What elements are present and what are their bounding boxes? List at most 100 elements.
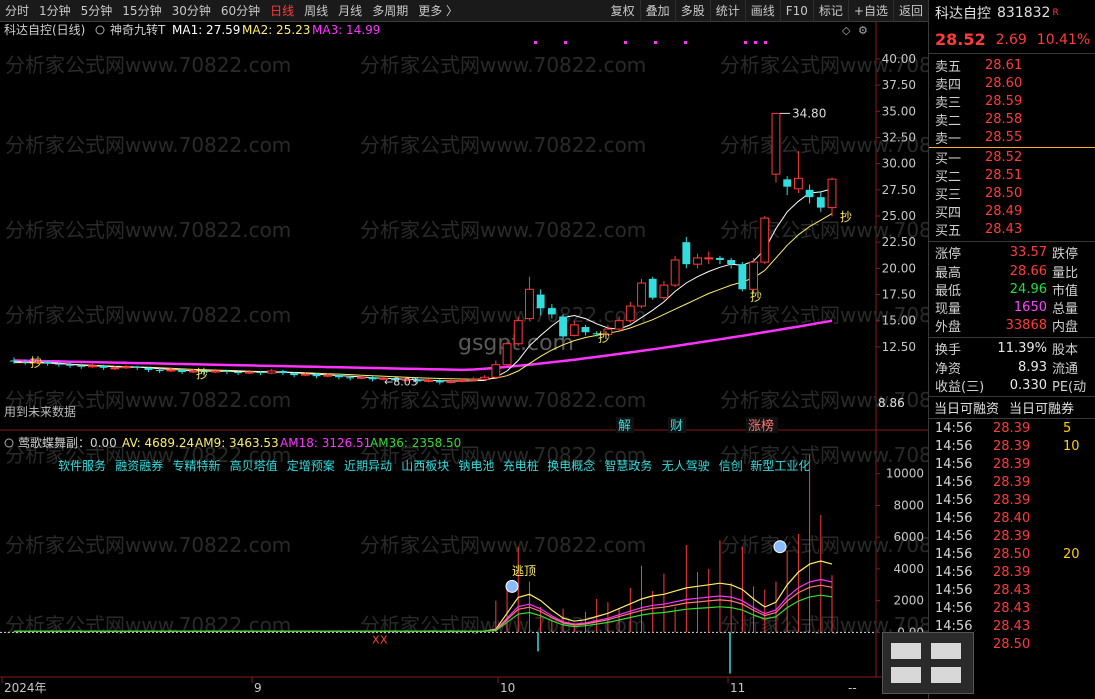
toolbar-action-6[interactable]: 标记 bbox=[812, 0, 848, 22]
buy-signal-mark: 抄 bbox=[30, 356, 42, 370]
candle-body bbox=[457, 379, 467, 382]
ask-price: 28.58 bbox=[985, 112, 1023, 128]
preview-thumbnail[interactable] bbox=[882, 632, 974, 694]
candle-body bbox=[222, 370, 231, 373]
bottom-signal-mark: X bbox=[372, 633, 380, 646]
candle-body bbox=[502, 343, 512, 366]
x-tick-label: 2024年 bbox=[4, 681, 47, 695]
period-tab-6[interactable]: 日线 bbox=[265, 0, 299, 22]
tick-row: 14:56 28.39 bbox=[929, 473, 1095, 491]
candle-body bbox=[21, 361, 30, 363]
period-tab-7[interactable]: 周线 bbox=[299, 0, 333, 22]
candle-body bbox=[760, 217, 770, 263]
ask-row: 卖四 28.60 bbox=[929, 74, 1095, 93]
period-tab-3[interactable]: 15分钟 bbox=[117, 0, 166, 22]
tick-price: 28.43 bbox=[993, 582, 1031, 598]
concept-tag: 专精特新 bbox=[172, 458, 220, 473]
tick-price: 28.39 bbox=[993, 420, 1031, 436]
candle-body bbox=[10, 360, 18, 362]
y-tick-label: 22.50 bbox=[882, 235, 916, 249]
tick-time: 14:56 bbox=[935, 510, 973, 526]
watermark-text: 分析家公式网www.70822.com bbox=[5, 303, 291, 327]
ma2-label: MA2: 25.23 bbox=[242, 23, 310, 37]
candle-body bbox=[771, 112, 781, 175]
candle-body bbox=[469, 378, 478, 381]
toolbar-action-3[interactable]: 统计 bbox=[709, 0, 745, 22]
toolbar-action-8[interactable]: 返回 bbox=[892, 0, 928, 22]
ask-price: 28.61 bbox=[985, 57, 1023, 73]
bid-price: 28.51 bbox=[985, 167, 1023, 183]
concept-tag: 定增预案 bbox=[287, 458, 335, 473]
y-tick-label: 20.00 bbox=[882, 261, 916, 275]
tick-price: 28.50 bbox=[993, 546, 1031, 562]
toolbar-actions: 复权 叠加 多股 统计 画线 F10 标记 +自选 返回 bbox=[606, 0, 928, 22]
candle-body bbox=[525, 288, 534, 320]
x-axis-end-label: -- bbox=[848, 681, 857, 695]
last-price: 28.52 bbox=[935, 30, 986, 49]
candle-body bbox=[435, 380, 444, 383]
price-bar: 28.52 2.69 10.41% bbox=[929, 26, 1095, 54]
ask-label: 卖二 bbox=[935, 114, 962, 130]
stat-label-2: 内盘 bbox=[1052, 320, 1079, 336]
ask-price: 28.55 bbox=[985, 130, 1023, 146]
watermark-text: 分析家公式网www.70822.com bbox=[5, 133, 291, 157]
watermark-text: 分析家公式网www.70822.com bbox=[5, 613, 291, 637]
signal-dot bbox=[684, 41, 687, 44]
toolbar-action-2[interactable]: 多股 bbox=[674, 0, 710, 22]
period-tab-10[interactable]: 更多 〉 bbox=[413, 0, 463, 22]
stat-value: 0.330 bbox=[1009, 377, 1047, 393]
period-tab-4[interactable]: 30分钟 bbox=[167, 0, 216, 22]
stock-code: 831832 bbox=[997, 5, 1051, 21]
financing-tab-1[interactable]: 当日可融券 bbox=[1004, 398, 1079, 417]
stat-label: 净资 bbox=[935, 361, 962, 377]
stat-row: 净资 8.93 流通 bbox=[929, 358, 1095, 377]
sub-am36-label: AM36: 2358.50 bbox=[370, 436, 461, 450]
stats-block-2: 换手 11.39% 股本 净资 8.93 流通 收益(三) 0.330 PE(动 bbox=[929, 338, 1095, 398]
stat-label-2: 市值 bbox=[1052, 283, 1079, 299]
chart-svg[interactable]: 分析家公式网www.70822.com 分析家公式网www.70822.com 分析… bbox=[0, 22, 928, 699]
ask-row: 卖二 28.58 bbox=[929, 111, 1095, 129]
concept-tag: 无人驾驶 bbox=[662, 458, 710, 473]
candle-body bbox=[290, 373, 299, 376]
stat-label-2: 股本 bbox=[1052, 343, 1079, 359]
tick-price: 28.40 bbox=[993, 510, 1031, 526]
toolbar-action-4[interactable]: 画线 bbox=[744, 0, 780, 22]
watermark-text: 分析家公式网www.70822.com bbox=[5, 218, 291, 242]
tick-row: 14:56 28.43 bbox=[929, 581, 1095, 599]
ask-label: 卖三 bbox=[935, 95, 962, 111]
stat-label: 最低 bbox=[935, 283, 962, 299]
tick-time: 14:56 bbox=[935, 438, 973, 454]
ask-price: 28.60 bbox=[985, 75, 1023, 91]
tick-price: 28.43 bbox=[993, 600, 1031, 616]
concept-tag: 智慧政务 bbox=[604, 458, 652, 473]
candle-body bbox=[312, 374, 321, 377]
tick-time: 14:56 bbox=[935, 420, 973, 436]
candle-body bbox=[346, 377, 355, 379]
toolbar-action-1[interactable]: 叠加 bbox=[639, 0, 675, 22]
tick-price: 28.39 bbox=[993, 492, 1031, 508]
period-tab-2[interactable]: 5分钟 bbox=[76, 0, 118, 22]
period-tab-0[interactable]: 分时 bbox=[0, 0, 34, 22]
financing-tab-0[interactable]: 当日可融资 bbox=[929, 398, 1004, 417]
period-tab-5[interactable]: 60分钟 bbox=[216, 0, 265, 22]
candle-body bbox=[256, 372, 265, 374]
stat-label-2: PE(动 bbox=[1052, 379, 1087, 395]
bid-row: 买四 28.49 bbox=[929, 203, 1095, 221]
period-tab-1[interactable]: 1分钟 bbox=[34, 0, 76, 22]
concept-tag: 钠电池 bbox=[458, 458, 494, 473]
toolbar-action-7[interactable]: +自选 bbox=[847, 0, 893, 22]
stat-label: 现量 bbox=[935, 302, 962, 318]
candle-body bbox=[234, 372, 243, 374]
tick-time: 14:56 bbox=[935, 564, 973, 580]
y-tick-label: 30.00 bbox=[882, 157, 916, 171]
ask-label: 卖四 bbox=[935, 77, 962, 93]
period-tab-9[interactable]: 多周期 bbox=[367, 0, 413, 22]
period-tab-8[interactable]: 月线 bbox=[333, 0, 367, 22]
chart-area[interactable]: 分析家公式网www.70822.com 分析家公式网www.70822.com 分析… bbox=[0, 22, 928, 699]
concept-tag: 高贝塔值 bbox=[230, 458, 278, 473]
ask-label: 卖五 bbox=[935, 59, 962, 75]
toolbar-action-5[interactable]: F10 bbox=[779, 0, 813, 22]
candle-body bbox=[144, 367, 153, 370]
toolbar-action-0[interactable]: 复权 bbox=[606, 0, 640, 22]
candle-body bbox=[682, 242, 691, 265]
